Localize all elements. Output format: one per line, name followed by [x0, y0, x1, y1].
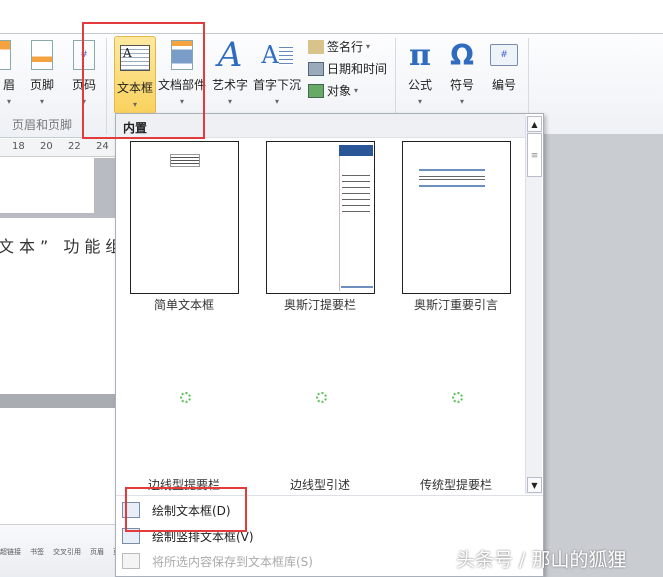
- signature-line-button[interactable]: 签名行 ▾: [308, 38, 370, 55]
- header-button[interactable]: 眉 ▾: [0, 38, 22, 110]
- gallery-item-austin-sidebar[interactable]: [266, 141, 375, 294]
- symbol-button[interactable]: Ω 符号 ▾: [440, 38, 484, 110]
- save-to-gallery-icon: [122, 553, 140, 569]
- gallery-item-simple-text-box[interactable]: [130, 141, 239, 294]
- number-button[interactable]: # 编号: [482, 38, 526, 110]
- scroll-down-button[interactable]: ▼: [527, 477, 542, 493]
- bottom-ribbon-fragment: 超链接书签交叉引用页眉页脚: [0, 548, 127, 556]
- equation-button[interactable]: π 公式 ▾: [398, 38, 442, 110]
- group-label-header-footer: 页眉和页脚: [12, 118, 73, 132]
- symbol-icon: Ω: [450, 38, 474, 72]
- gallery-item-traditional-sidebar[interactable]: 传统型提要栏: [388, 476, 524, 493]
- number-icon: #: [482, 38, 526, 72]
- highlight-box-draw-text-box: [125, 487, 247, 532]
- date-time-icon: [308, 61, 324, 76]
- object-button[interactable]: 对象 ▾: [308, 82, 358, 99]
- gallery-item-austin-quote[interactable]: [402, 141, 511, 294]
- ruler: 18 20 22 24: [0, 139, 116, 157]
- footer-icon: [20, 38, 64, 72]
- date-time-button[interactable]: 日期和时间: [308, 60, 387, 77]
- highlight-box-text-box-button: [82, 22, 205, 139]
- loading-icon: [452, 392, 463, 403]
- scroll-up-button[interactable]: ▲: [527, 116, 542, 132]
- equation-icon: π: [409, 37, 431, 73]
- gallery-item-sideline-quote[interactable]: 边线型引述: [252, 476, 388, 493]
- signature-line-icon: [308, 39, 324, 54]
- object-icon: [308, 83, 324, 98]
- watermark: 头条号 / 那山的狐狸: [456, 549, 627, 571]
- header-icon: [0, 38, 22, 72]
- scroll-thumb[interactable]: ≡: [527, 133, 542, 177]
- drop-cap-button[interactable]: A 首字下沉 ▾: [252, 38, 302, 110]
- loading-icon: [316, 392, 327, 403]
- workspace-background: [543, 134, 663, 577]
- drop-cap-icon: A: [252, 38, 302, 72]
- gallery-scrollbar[interactable]: ▲ ≡ ▼: [525, 116, 542, 494]
- footer-button[interactable]: 页脚 ▾: [20, 38, 64, 110]
- document-area[interactable]: 18 20 22 24 文本” 功能组 超链接书签交叉引用页眉页脚: [0, 139, 127, 577]
- loading-icon: [180, 392, 191, 403]
- wordart-button[interactable]: A 艺术字 ▾: [208, 35, 252, 110]
- wordart-icon: A: [217, 35, 243, 75]
- document-text: 文本” 功能组: [0, 237, 127, 256]
